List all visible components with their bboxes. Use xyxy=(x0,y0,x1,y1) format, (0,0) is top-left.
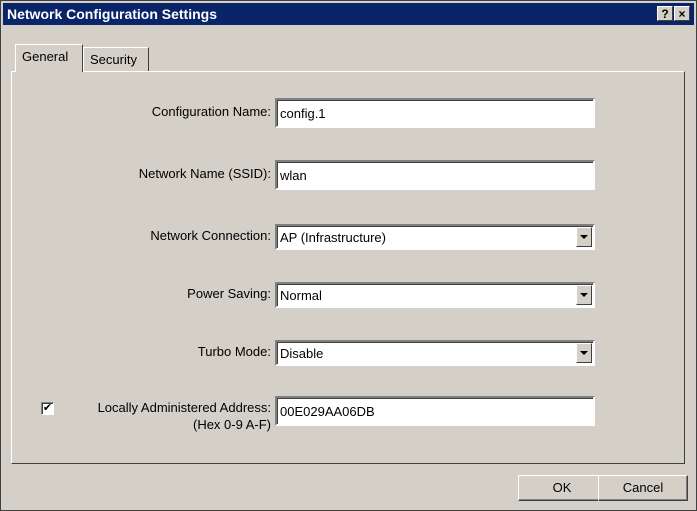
ssid-label: Network Name (SSID): xyxy=(138,166,271,181)
close-button[interactable]: × xyxy=(674,6,690,21)
tab-general[interactable]: General xyxy=(15,44,83,72)
cancel-button[interactable]: Cancel xyxy=(598,475,688,501)
tab-security[interactable]: Security xyxy=(83,47,149,71)
laa-hint: (Hex 0-9 A-F) xyxy=(192,417,271,432)
config-name-label: Configuration Name: xyxy=(151,104,271,119)
dialog-window: Network Configuration Settings ? × Gener… xyxy=(0,0,697,511)
chevron-down-icon[interactable] xyxy=(576,227,592,247)
ok-button[interactable]: OK xyxy=(518,475,606,501)
chevron-down-icon[interactable] xyxy=(576,285,592,305)
ssid-input[interactable]: wlan xyxy=(275,160,595,190)
laa-input[interactable]: 00E029AA06DB xyxy=(275,396,595,426)
general-panel: Configuration Name: config.1 Network Nam… xyxy=(11,71,685,464)
connection-label: Network Connection: xyxy=(150,228,271,243)
connection-value: AP (Infrastructure) xyxy=(280,230,386,245)
laa-label: Locally Administered Address: xyxy=(97,400,271,415)
window-title: Network Configuration Settings xyxy=(7,6,217,22)
connection-select[interactable]: AP (Infrastructure) xyxy=(275,224,595,250)
help-button[interactable]: ? xyxy=(657,6,673,21)
turbo-mode-label: Turbo Mode: xyxy=(197,344,271,359)
turbo-mode-value: Disable xyxy=(280,346,324,361)
config-name-input[interactable]: config.1 xyxy=(275,98,595,128)
turbo-mode-select[interactable]: Disable xyxy=(275,340,595,366)
power-saving-label: Power Saving: xyxy=(187,286,271,301)
power-saving-select[interactable]: Normal xyxy=(275,282,595,308)
laa-checkbox[interactable]: ✔ xyxy=(41,402,54,415)
power-saving-value: Normal xyxy=(280,288,322,303)
chevron-down-icon[interactable] xyxy=(576,343,592,363)
title-bar: Network Configuration Settings ? × xyxy=(3,3,694,25)
